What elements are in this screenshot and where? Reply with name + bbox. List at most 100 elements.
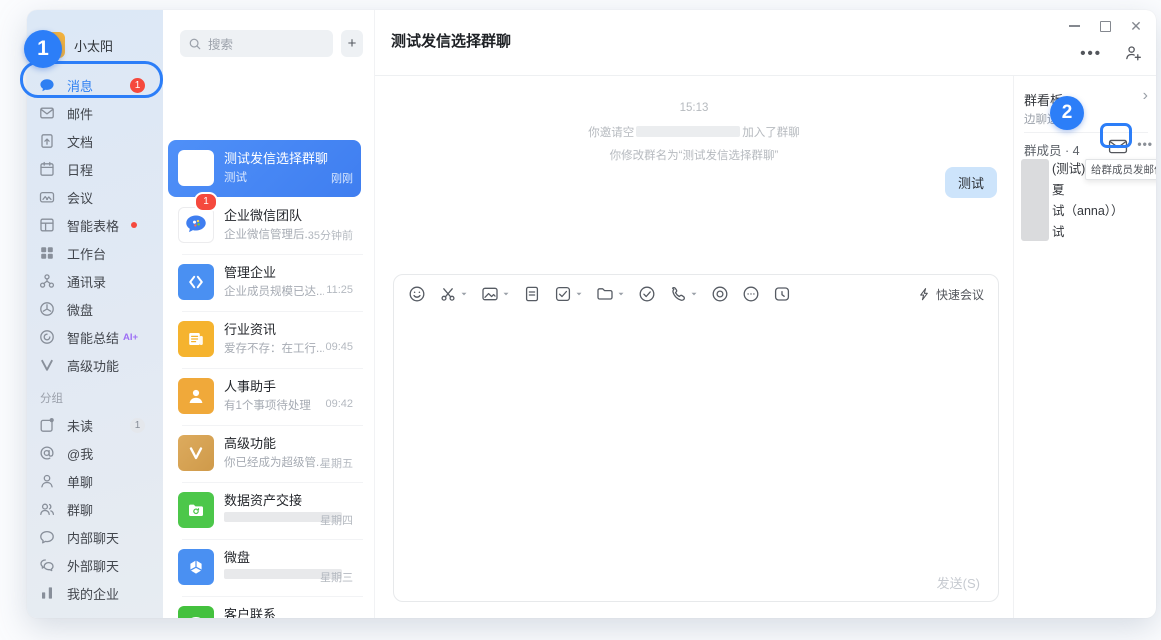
member-item[interactable]: 试（anna）） — [1052, 201, 1124, 222]
message-timestamp: 15:13 — [375, 102, 1013, 114]
summary-icon — [39, 329, 55, 345]
chat-item-industry-news[interactable]: 行业资讯 爱存不存：在工行... 09:45 — [168, 311, 361, 368]
sidebar-item-internal-chats[interactable]: 内部聊天 — [27, 523, 163, 551]
window-controls: ✕ — [1067, 19, 1143, 33]
sidebar-item-direct-chats[interactable]: 单聊 — [27, 467, 163, 495]
sidebar-item-label: 我的企业 — [67, 584, 119, 603]
chat-preview: 企业成员规模已达... — [224, 283, 324, 299]
image-button[interactable] — [481, 285, 510, 303]
search-icon — [188, 37, 202, 51]
quick-meeting-button[interactable]: 快速会议 — [917, 286, 984, 303]
app-window: 小太阳 消息 1 邮件 文档 日程 — [27, 10, 1156, 618]
folder-button[interactable] — [596, 285, 625, 303]
sidebar-item-group-chats[interactable]: 群聊 — [27, 495, 163, 523]
chat-list[interactable]: 测试发信选择群聊 测试 刚刚 1 企业微信团队 企业微信管理后... 35分钟前… — [163, 75, 374, 618]
drive-icon — [39, 301, 55, 317]
chat-time: 09:42 — [325, 398, 353, 410]
sidebar-item-external-chats[interactable]: 外部聊天 — [27, 551, 163, 579]
annotation-box-mail-members — [1100, 123, 1132, 148]
sidebar-item-my-company[interactable]: 我的企业 — [27, 579, 163, 607]
chat-item-manage-company[interactable]: 管理企业 企业成员规模已达... 11:25 — [168, 254, 361, 311]
chat-time: 星期五 — [320, 455, 353, 471]
system-message-rename: 你修改群名为“测试发信选择群聊” — [375, 147, 1013, 163]
chat-title: 高级功能 — [224, 433, 276, 452]
at-icon — [39, 445, 55, 461]
news-avatar — [178, 321, 214, 357]
chevron-right-icon[interactable]: › — [1143, 88, 1148, 104]
more-tools-button[interactable] — [742, 285, 760, 303]
org-tree-icon — [39, 273, 55, 289]
unread-filter-icon — [39, 417, 55, 433]
notification-dot — [131, 222, 137, 228]
chat-list-column: 搜索 + 测试发信选择群聊 测试 刚刚 — [163, 10, 375, 618]
chat-item-hr-assistant[interactable]: 人事助手 有1个事项待处理 09:42 — [168, 368, 361, 425]
sidebar-item-advanced[interactable]: 高级功能 — [27, 351, 163, 379]
members-more-icon[interactable]: ••• — [1137, 137, 1153, 151]
member-item[interactable]: 试 — [1052, 222, 1124, 243]
grid-icon — [39, 245, 55, 261]
chat-item-data-handover[interactable]: 数据资产交接 星期四 — [168, 482, 361, 539]
sidebar-item-contacts[interactable]: 通讯录 — [27, 267, 163, 295]
speech-bubble-icon — [39, 529, 55, 545]
redacted-avatars — [1021, 159, 1049, 241]
sidebar-item-label: 日程 — [67, 160, 93, 179]
caret-down-icon — [575, 290, 583, 298]
chat-item-wedrive[interactable]: 微盘 星期三 — [168, 539, 361, 596]
emoji-button[interactable] — [408, 285, 426, 303]
call-button[interactable] — [669, 285, 698, 303]
chat-time: 11:25 — [326, 284, 353, 296]
chat-item-wecom-team[interactable]: 1 企业微信团队 企业微信管理后... 35分钟前 — [168, 197, 361, 254]
sidebar-item-mentions[interactable]: @我 — [27, 439, 163, 467]
people-icon — [39, 501, 55, 517]
sidebar-item-wedrive[interactable]: 微盘 — [27, 295, 163, 323]
sidebar-item-meetings[interactable]: 会议 — [27, 183, 163, 211]
unread-badge: 1 — [194, 192, 218, 212]
sidebar-item-smart-summary[interactable]: 智能总结 AI+ — [27, 323, 163, 351]
sidebar-item-unread[interactable]: 未读 1 — [27, 411, 163, 439]
send-button[interactable]: 发送(S) — [937, 573, 980, 592]
approval-button[interactable] — [638, 285, 656, 303]
sidebar-item-docs[interactable]: 文档 — [27, 127, 163, 155]
group-chat-avatar — [178, 150, 214, 186]
chat-time: 刚刚 — [331, 170, 353, 186]
add-member-icon[interactable] — [1124, 44, 1142, 62]
message-area[interactable]: 15:13 你邀请空加入了群聊 你修改群名为“测试发信选择群聊” 测试 — [375, 76, 1013, 618]
chat-time: 35分钟前 — [308, 227, 353, 243]
caret-down-icon — [617, 290, 625, 298]
chat-preview: 爱存不存：在工行... — [224, 340, 324, 356]
search-input[interactable]: 搜索 — [180, 30, 333, 57]
sidebar-item-workbench[interactable]: 工作台 — [27, 239, 163, 267]
message-input[interactable] — [398, 319, 994, 569]
chat-title: 企业微信团队 — [224, 205, 302, 224]
member-item[interactable]: 夏 — [1052, 180, 1124, 201]
minimize-button[interactable] — [1067, 19, 1081, 33]
chat-title: 管理企业 — [224, 262, 276, 281]
close-button[interactable]: ✕ — [1129, 19, 1143, 33]
sidebar-item-label: 通讯录 — [67, 272, 106, 291]
scheduled-message-button[interactable] — [773, 285, 791, 303]
tooltip: 给群成员发邮件 — [1085, 159, 1156, 180]
chat-item-customer-contact[interactable]: 客户联系 企业联系客户统计 ... 11/11 — [168, 596, 361, 618]
maximize-button[interactable] — [1098, 19, 1112, 33]
double-bubble-icon — [39, 557, 55, 573]
chat-preview: 你已经成为超级管... — [224, 454, 324, 470]
more-icon[interactable]: ••• — [1080, 46, 1102, 61]
chat-preview: 企业微信管理后... — [224, 226, 314, 242]
v-logo-icon — [39, 357, 55, 373]
record-button[interactable] — [711, 285, 729, 303]
sidebar-item-calendar[interactable]: 日程 — [27, 155, 163, 183]
chat-item-advanced-features[interactable]: 高级功能 你已经成为超级管... 星期五 — [168, 425, 361, 482]
chat-time: 星期四 — [320, 512, 353, 528]
new-chat-button[interactable]: + — [341, 30, 363, 57]
screenshot-button[interactable] — [439, 285, 468, 303]
sidebar-item-mail[interactable]: 邮件 — [27, 99, 163, 127]
todo-button[interactable] — [554, 285, 583, 303]
sidebar-item-label: 会议 — [67, 188, 93, 207]
table-icon — [39, 217, 55, 233]
user-name: 小太阳 — [74, 36, 113, 55]
sidebar-item-smart-sheet[interactable]: 智能表格 — [27, 211, 163, 239]
chat-title: 行业资讯 — [224, 319, 276, 338]
chat-item-test-group[interactable]: 测试发信选择群聊 测试 刚刚 — [168, 140, 361, 197]
file-button[interactable] — [523, 285, 541, 303]
document-icon — [39, 133, 55, 149]
